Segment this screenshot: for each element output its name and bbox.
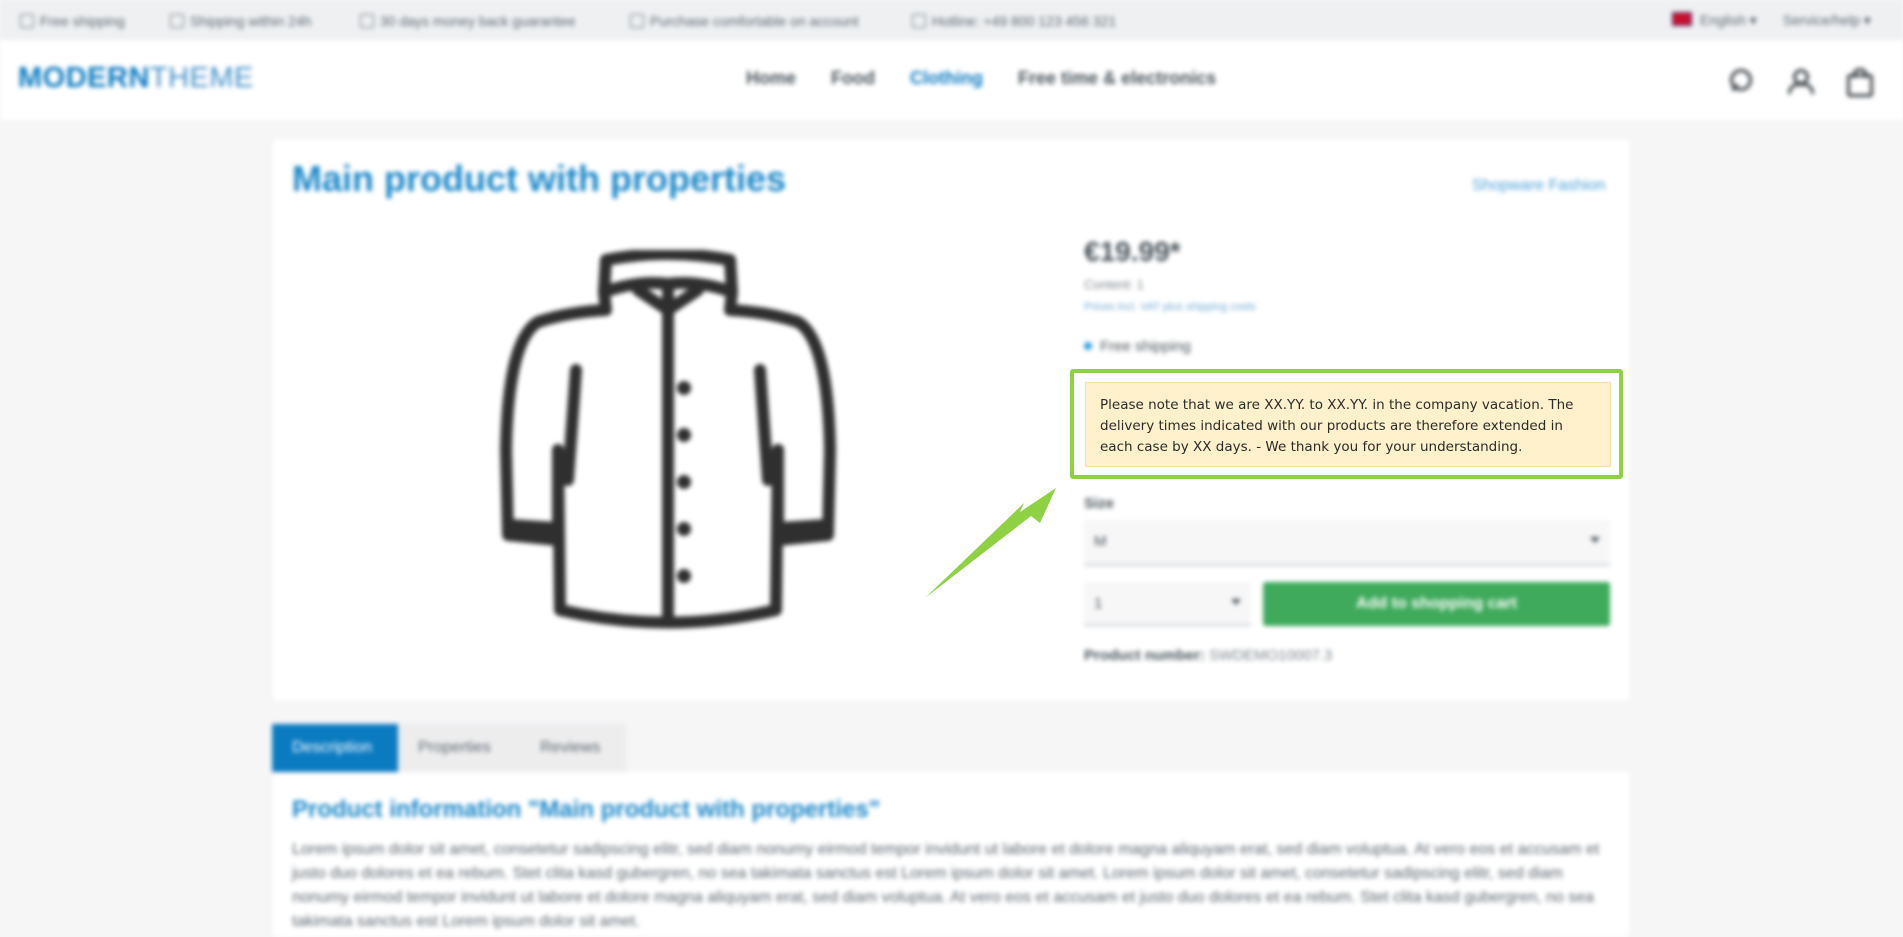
usp-money-back: 30 days money back guarantee	[360, 13, 575, 29]
usp-invoice: Purchase comfortable on account	[630, 13, 859, 29]
size-label: Size	[1084, 495, 1115, 512]
top-bar: Free shipping Shipping within 24h 30 day…	[0, 0, 1903, 40]
quantity-select[interactable]: 1	[1084, 582, 1251, 626]
invoice-icon	[630, 14, 644, 28]
flag-icon	[1672, 12, 1692, 26]
product-number: Product number: SWDEMO10007.3	[1084, 647, 1333, 664]
language-selector[interactable]: English ▾	[1672, 12, 1757, 29]
site-header: MODERNTHEME Home Food Clothing Free time…	[0, 40, 1903, 120]
account-icon[interactable]	[1786, 68, 1814, 94]
size-select[interactable]: M	[1084, 520, 1610, 566]
chevron-down-icon	[1590, 537, 1600, 543]
product-title: Main product with properties	[292, 158, 787, 199]
nav-home[interactable]: Home	[746, 68, 796, 88]
status-dot-icon	[1084, 342, 1092, 350]
usp-shipping-time: Shipping within 24h	[170, 13, 311, 29]
tab-properties[interactable]: Properties	[398, 724, 520, 772]
nav-clothing[interactable]: Clothing	[910, 68, 983, 88]
chevron-down-icon	[1231, 599, 1241, 605]
nav-free-time[interactable]: Free time & electronics	[1018, 68, 1216, 88]
add-to-cart-button[interactable]: Add to shopping cart	[1263, 582, 1610, 626]
delivery-status: Free shipping	[1084, 338, 1191, 355]
nav-food[interactable]: Food	[831, 68, 875, 88]
usp-free-shipping: Free shipping	[20, 13, 125, 29]
search-icon[interactable]	[1728, 68, 1752, 92]
product-content: Content: 1	[1084, 277, 1144, 292]
usp-hotline: Hotline: +49 800 123 456 321	[912, 13, 1116, 29]
truck-icon	[20, 14, 34, 28]
clock-icon	[170, 14, 184, 28]
product-price: €19.99*	[1084, 236, 1181, 267]
tab-description[interactable]: Description	[272, 724, 398, 772]
money-icon	[360, 14, 374, 28]
jacket-icon	[500, 250, 836, 629]
cart-icon[interactable]	[1846, 68, 1873, 97]
tab-reviews[interactable]: Reviews	[520, 724, 626, 772]
manufacturer-link[interactable]: Shopware Fashion	[1472, 177, 1605, 195]
description-title: Product information "Main product with p…	[292, 796, 881, 823]
headset-icon	[912, 14, 926, 28]
service-menu[interactable]: Service/help ▾	[1783, 12, 1871, 29]
logo[interactable]: MODERNTHEME	[18, 62, 254, 95]
tax-shipping-link[interactable]: Prices incl. VAT plus shipping costs	[1084, 301, 1256, 313]
vacation-notice: Please note that we are XX.YY. to XX.YY.…	[1085, 382, 1611, 467]
description-text: Lorem ipsum dolor sit amet, consetetur s…	[292, 841, 1600, 930]
main-navigation: Home Food Clothing Free time & electroni…	[746, 68, 1246, 89]
